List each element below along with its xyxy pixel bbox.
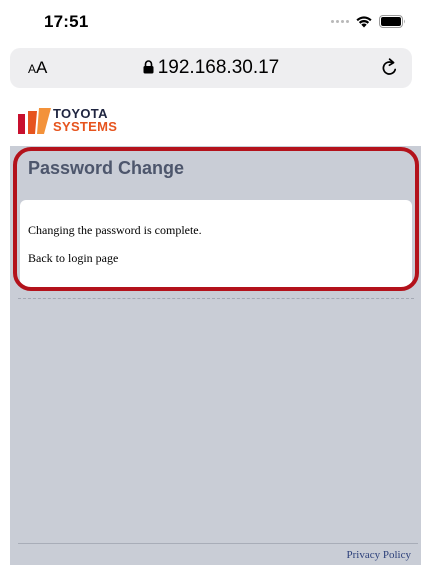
cellular-signal-icon — [331, 19, 349, 23]
footer-divider — [18, 543, 418, 544]
status-icons — [331, 14, 406, 28]
status-bar: 17:51 — [0, 0, 422, 42]
url-text: 192.168.30.17 — [157, 57, 280, 78]
reload-icon[interactable] — [380, 57, 400, 78]
battery-icon — [379, 14, 405, 28]
main-content: Password Change Changing the password is… — [10, 146, 421, 565]
privacy-policy-link[interactable]: Privacy Policy — [347, 549, 411, 561]
section-divider — [18, 298, 414, 299]
site-header: TOYOTA SYSTEMS — [0, 100, 422, 142]
status-time: 17:51 — [44, 12, 89, 31]
wifi-icon — [356, 15, 372, 27]
highlight-annotation — [13, 147, 419, 291]
toyota-systems-logo-icon — [18, 108, 51, 134]
lock-icon — [143, 60, 154, 74]
brand-wordmark: TOYOTA SYSTEMS — [53, 106, 118, 134]
url-display[interactable]: 192.168.30.17 — [10, 57, 412, 79]
address-bar[interactable]: AA 192.168.30.17 — [10, 48, 412, 88]
